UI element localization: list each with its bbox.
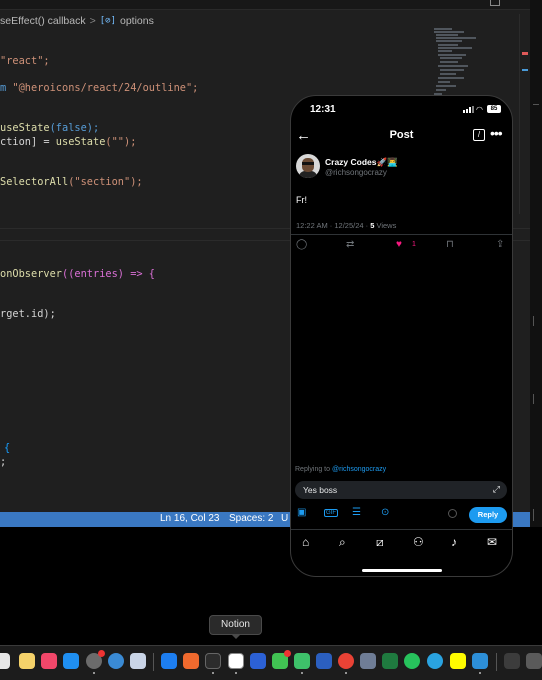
code-line[interactable]: onObserver((entries) => { [0,268,155,280]
poll-icon[interactable]: ☰ [352,507,361,518]
bookmark-icon[interactable]: ⊓ [446,239,454,250]
system-settings-icon[interactable] [86,650,105,669]
finder-icon[interactable] [0,653,10,669]
code-line[interactable]: m "@heroicons/react/24/outline"; [0,82,198,94]
reply-input-value: Yes boss [303,485,338,495]
share-icon[interactable]: ⇪ [496,239,504,250]
more-options-icon[interactable]: ••• [490,125,503,141]
divider [291,234,512,235]
phone-mirror: 12:31 ◠ 85 ← Post / ••• Crazy Codes🚀👨‍💻 … [290,95,513,577]
phone-status-bar: 12:31 ◠ 85 [291,96,512,122]
avatar[interactable] [296,154,320,178]
compose-icon[interactable]: / [473,129,485,141]
messages-icon[interactable]: ✉ [487,535,497,549]
mail-icon[interactable] [360,653,376,669]
post-meta: 12:22 AM · 12/25/24 · 5 Views [296,221,397,230]
gif-icon[interactable]: GIF [324,509,338,517]
terminal-icon[interactable] [205,653,221,669]
code-line[interactable]: ; [0,456,6,468]
outlook-icon[interactable] [250,653,266,669]
chevron-right-icon: > [89,15,96,27]
trash-icon[interactable] [526,653,542,669]
cursor-position[interactable]: Ln 16, Col 23 [160,513,220,524]
character-counter-icon [448,509,457,518]
reply-input[interactable]: Yes boss ⤢ [295,481,507,499]
phone-time: 12:31 [310,104,336,115]
vpn-icon[interactable] [183,653,199,669]
snapchat-icon[interactable] [450,653,466,669]
vscode-icon[interactable] [472,653,488,669]
editor-scrollbar[interactable] [519,14,530,214]
reply-icon[interactable]: ◯ [296,239,307,250]
editor-title-strip [0,0,530,10]
post-header: ← Post / ••• [291,124,512,148]
expand-icon[interactable]: ⤢ [493,484,500,495]
like-icon[interactable]: ♥ [396,239,402,250]
screen: seEffect() callback > [⊘] options "react… [0,0,542,680]
code-line[interactable]: "react"; [0,55,50,67]
reply-toolbar: ▣ GIF ☰ ⊙ Reply [291,504,512,524]
code-line[interactable]: SelectorAll("section"); [0,176,143,188]
preview-icon[interactable] [130,653,146,669]
downloads-icon[interactable] [504,653,520,669]
breadcrumb-item-options[interactable]: options [120,15,154,27]
music-icon[interactable] [41,653,57,669]
code-line[interactable]: { [0,442,10,454]
variable-icon: [⊘] [99,16,116,26]
excel-icon[interactable] [382,653,398,669]
breadcrumb: seEffect() callback > [⊘] options [0,13,154,29]
word-icon[interactable] [316,653,332,669]
home-indicator [362,569,442,572]
author-handle[interactable]: @richsongocrazy [325,168,387,177]
facetime-icon[interactable] [294,653,310,669]
location-icon[interactable]: ⊙ [381,507,389,518]
image-icon[interactable]: ▣ [297,507,306,518]
notes-icon[interactable] [19,653,35,669]
replying-to-user[interactable]: @richsongocrazy [332,466,386,473]
layout-icon[interactable] [490,0,500,6]
indentation-setting[interactable]: Spaces: 2 [229,513,273,524]
safari-icon[interactable] [108,653,124,669]
notion-icon[interactable] [228,653,244,669]
grok-icon[interactable]: ⧄ [376,535,384,550]
post-text: Fr! [296,195,307,205]
reply-button[interactable]: Reply [469,507,507,523]
home-icon[interactable]: ⌂ [302,535,309,549]
telegram-icon[interactable] [427,653,443,669]
code-line[interactable]: useState(false); [0,122,99,134]
messages-app-icon[interactable] [272,650,291,669]
shazam-icon[interactable] [161,653,177,669]
wifi-icon: ◠ [476,105,483,114]
signal-icon [463,106,474,113]
window-edge [530,0,542,527]
bottom-tab-bar: ⌂ ⌕ ⧄ ⚇ ♪ ✉ [291,529,512,555]
repost-icon[interactable]: ⇄ [346,239,354,250]
code-line[interactable]: ction] = useState(""); [0,136,136,148]
post-actions: ◯ ⇄ ♥ 1 ⊓ ⇪ [291,239,512,253]
breadcrumb-item-callback[interactable]: seEffect() callback [0,15,86,27]
author-name[interactable]: Crazy Codes🚀👨‍💻 [325,157,398,168]
minimap[interactable] [432,26,490,106]
battery-icon: 85 [487,105,501,113]
dock-tooltip: Notion [209,615,262,639]
notifications-icon[interactable]: ♪ [451,535,457,549]
dock [0,645,542,680]
communities-icon[interactable]: ⚇ [413,535,424,549]
code-line[interactable]: rget.id); [0,308,56,320]
search-icon[interactable]: ⌕ [339,535,346,550]
replying-to: Replying to @richsongocrazy [295,466,387,473]
whatsapp-icon[interactable] [404,653,420,669]
app-store-icon[interactable] [63,653,79,669]
chrome-icon[interactable] [338,653,354,669]
encoding-setting[interactable]: U [281,513,288,524]
like-count: 1 [412,241,416,248]
